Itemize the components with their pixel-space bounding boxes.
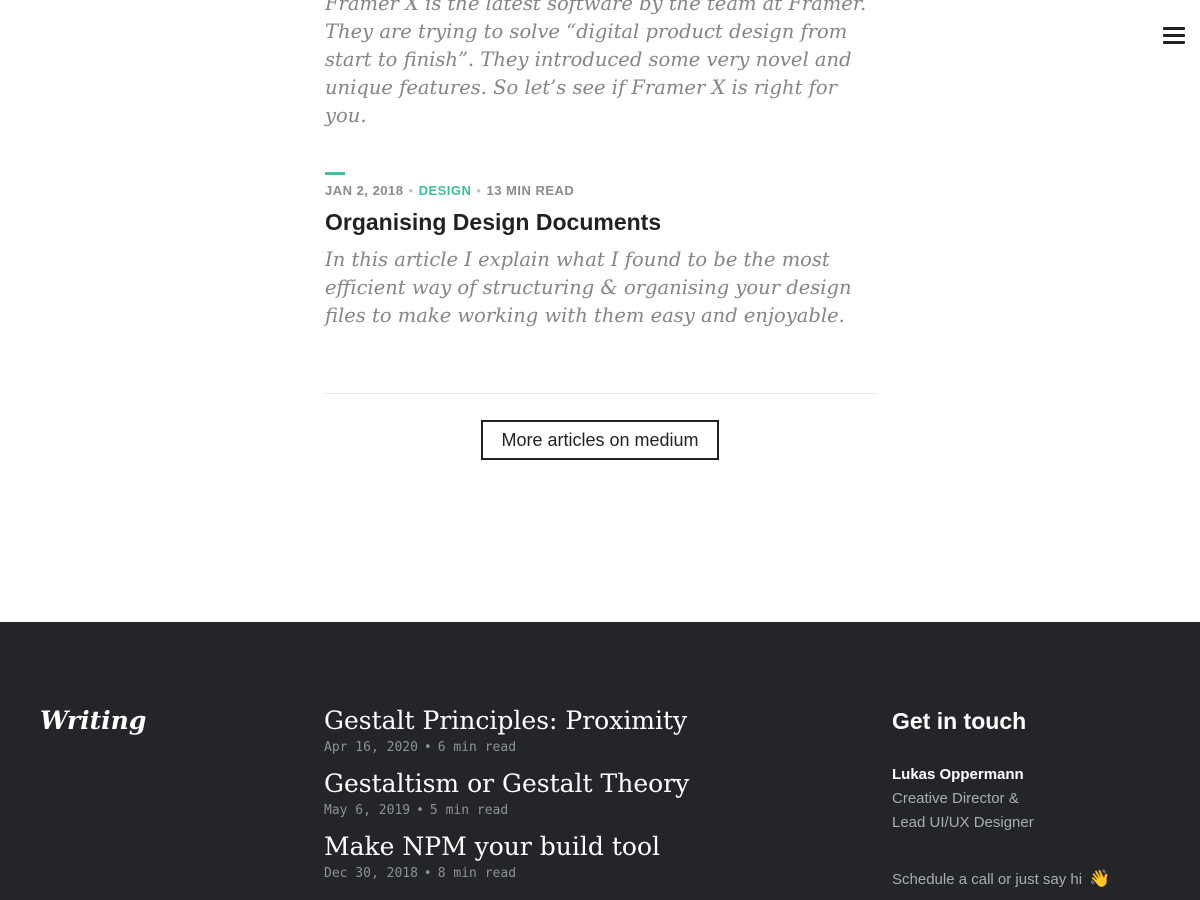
meta-separator: • — [476, 183, 482, 198]
article-excerpt: Framer X is the latest software by the t… — [325, 0, 867, 127]
schedule-call-text: Schedule a call or just say hi — [892, 871, 1083, 888]
post-date: May 6, 2019 — [324, 803, 411, 818]
writing-post: Gestalt Principles: Proximity Apr 16, 20… — [324, 706, 844, 769]
contact-section: Get in touch Lukas Oppermann Creative Di… — [892, 706, 1182, 892]
post-date: Dec 30, 2018 — [324, 866, 418, 881]
post-read-time: 5 min read — [429, 803, 509, 818]
writing-post-meta: Apr 16, 2020 • 6 min read — [324, 740, 844, 756]
menu-bar — [1163, 34, 1185, 37]
more-articles-button[interactable]: More articles on medium — [481, 420, 719, 460]
writing-post-list: Gestalt Principles: Proximity Apr 16, 20… — [324, 706, 844, 895]
divider — [325, 393, 876, 394]
post-read-time: 6 min read — [437, 740, 517, 755]
meta-separator: • — [423, 866, 432, 881]
writing-post-meta: May 6, 2019 • 5 min read — [324, 803, 844, 819]
writing-post-meta: Dec 30, 2018 • 8 min read — [324, 866, 844, 882]
writing-post-title[interactable]: Make NPM your build tool — [324, 832, 844, 862]
article-category[interactable]: DESIGN — [419, 183, 472, 198]
writing-post: Gestaltism or Gestalt Theory May 6, 2019… — [324, 769, 844, 832]
contact-heading: Get in touch — [892, 708, 1027, 734]
meta-separator: • — [423, 740, 432, 755]
schedule-call-link[interactable]: Schedule a call or just say hi 👋 — [892, 867, 1182, 892]
writing-heading: Writing — [40, 706, 147, 735]
contact-name: Lukas Oppermann — [892, 766, 1024, 783]
writing-post: Make NPM your build tool Dec 30, 2018 • 8 … — [324, 832, 844, 895]
menu-bar — [1163, 27, 1185, 30]
waving-hand-icon: 👋 — [1089, 869, 1111, 888]
article-meta: JAN 2, 2018 • DESIGN • 13 MIN READ — [325, 184, 876, 198]
article-item: JAN 2, 2018 • DESIGN • 13 MIN READ Organisin… — [325, 172, 876, 330]
article-date: JAN 2, 2018 — [325, 183, 404, 198]
writing-post-title[interactable]: Gestalt Principles: Proximity — [324, 706, 844, 736]
article-read-time: 13 MIN READ — [486, 183, 575, 198]
article-excerpt: In this article I explain what I found t… — [325, 248, 852, 327]
accent-line — [325, 172, 345, 175]
hamburger-menu-icon[interactable] — [1162, 22, 1186, 46]
meta-separator: • — [416, 803, 424, 818]
meta-separator: • — [408, 183, 414, 198]
footer: Writing Gestalt Principles: Proximity Ap… — [0, 622, 1200, 900]
article-title[interactable]: Organising Design Documents — [325, 208, 876, 236]
writing-post-title[interactable]: Gestaltism or Gestalt Theory — [324, 769, 844, 799]
menu-bar — [1163, 41, 1185, 44]
contact-role: Creative Director & — [892, 790, 1019, 807]
contact-role: Lead UI/UX Designer — [892, 814, 1034, 831]
post-read-time: 8 min read — [437, 866, 517, 881]
post-date: Apr 16, 2020 — [324, 740, 418, 755]
